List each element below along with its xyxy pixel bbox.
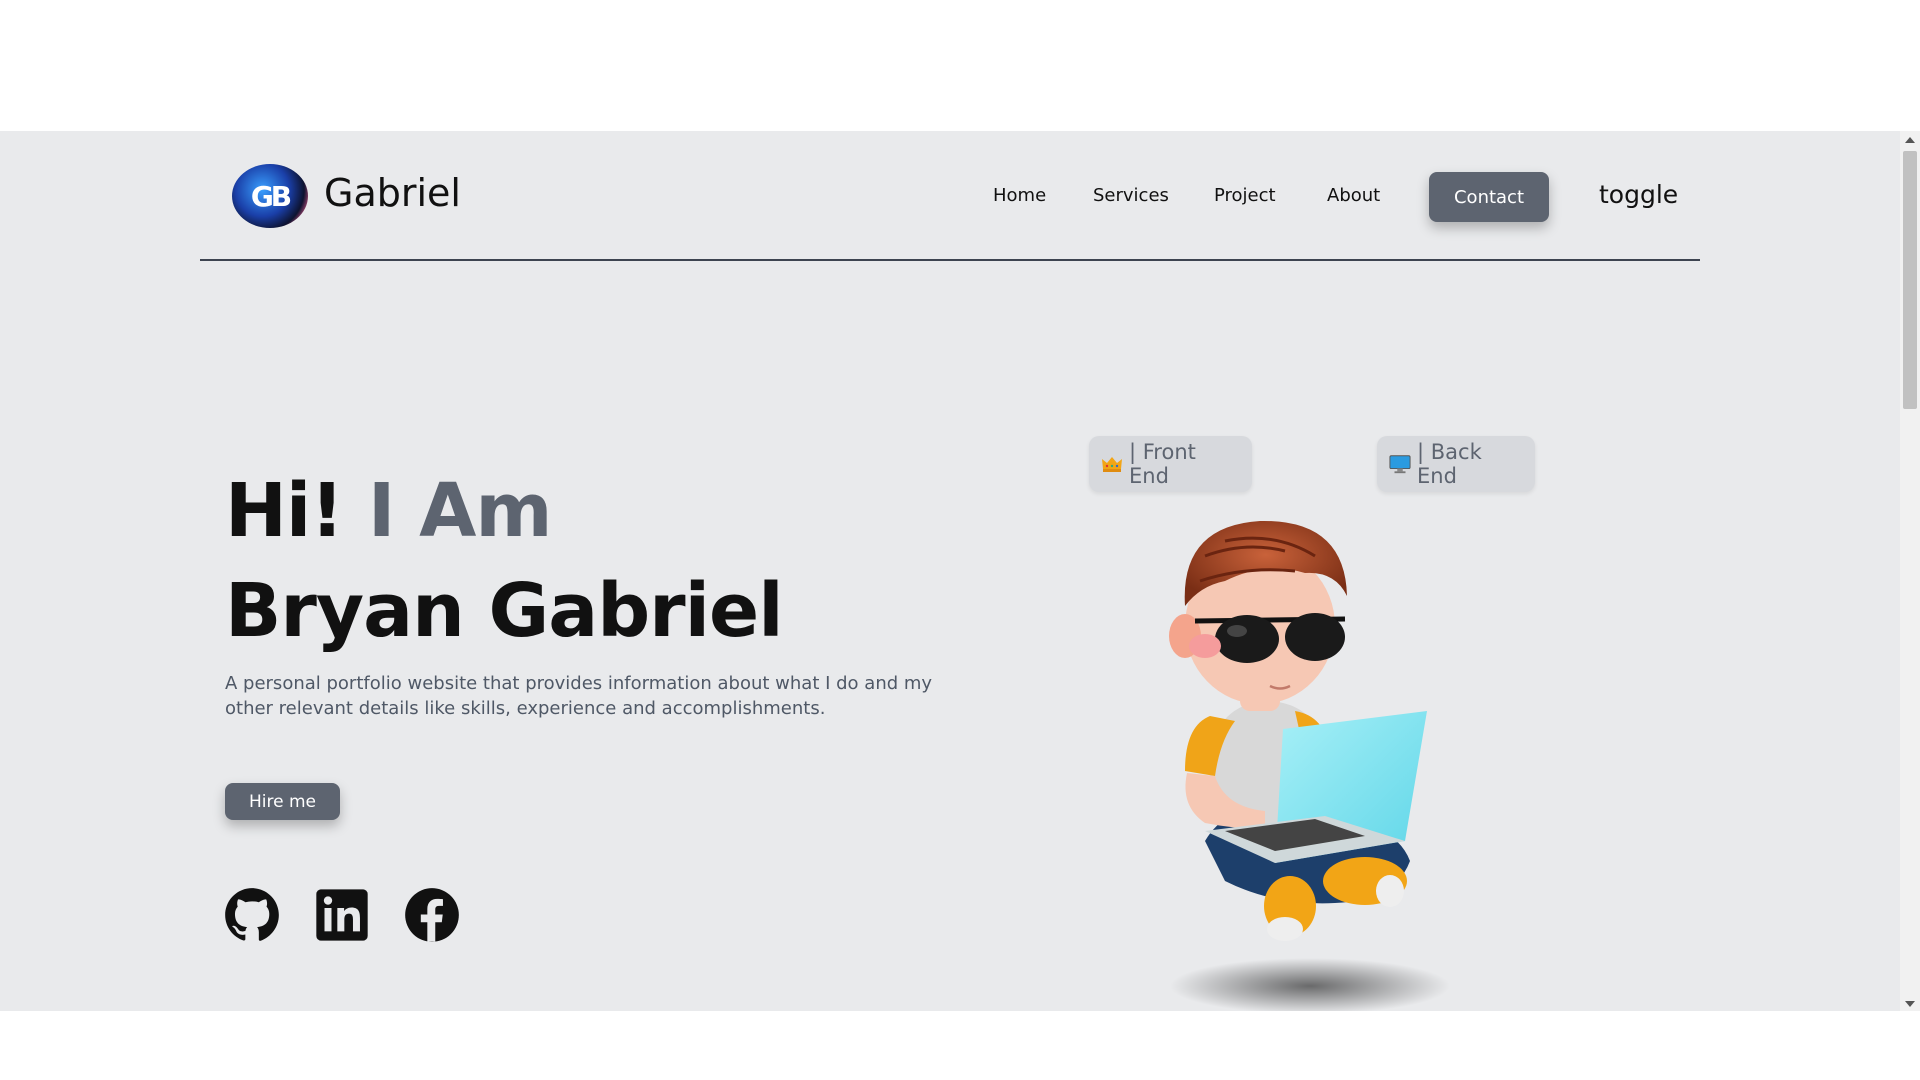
hire-me-button[interactable]: Hire me bbox=[225, 783, 340, 820]
nav-project[interactable]: Project bbox=[1214, 185, 1276, 206]
facebook-icon[interactable] bbox=[404, 887, 460, 943]
github-icon[interactable] bbox=[224, 887, 280, 943]
nav-about[interactable]: About bbox=[1327, 185, 1380, 206]
brand-name[interactable]: Gabriel bbox=[324, 171, 461, 215]
hero-name: Bryan Gabriel bbox=[225, 568, 784, 654]
hero-greeting: Hi! I Am bbox=[225, 468, 552, 554]
back-end-label: | Back End bbox=[1417, 440, 1482, 488]
front-end-badge: | Front End bbox=[1089, 436, 1252, 492]
scroll-thumb[interactable] bbox=[1903, 151, 1917, 409]
scrollbar[interactable] bbox=[1900, 131, 1920, 1011]
greeting-text: Hi! bbox=[225, 468, 344, 554]
monitor-icon bbox=[1389, 453, 1411, 475]
theme-toggle[interactable]: toggle bbox=[1599, 180, 1678, 209]
crown-icon bbox=[1101, 453, 1123, 475]
hero-description: A personal portfolio website that provid… bbox=[225, 673, 933, 719]
navbar: GB Gabriel Home Services Project About C… bbox=[200, 131, 1700, 261]
contact-button[interactable]: Contact bbox=[1429, 172, 1549, 222]
nav-home[interactable]: Home bbox=[993, 185, 1046, 206]
page-viewport: GB Gabriel Home Services Project About C… bbox=[0, 131, 1920, 1011]
scroll-down-icon[interactable] bbox=[1905, 1001, 1915, 1007]
scroll-up-icon[interactable] bbox=[1905, 137, 1915, 143]
logo-icon[interactable]: GB bbox=[232, 164, 308, 228]
avatar-illustration bbox=[1169, 520, 1450, 1011]
nav-services[interactable]: Services bbox=[1093, 185, 1169, 206]
back-end-badge: | Back End bbox=[1377, 436, 1535, 492]
front-end-label: | Front End bbox=[1129, 440, 1196, 488]
linkedin-icon[interactable] bbox=[314, 887, 370, 943]
greeting-accent: I Am bbox=[367, 468, 553, 554]
logo-text: GB bbox=[250, 179, 292, 213]
